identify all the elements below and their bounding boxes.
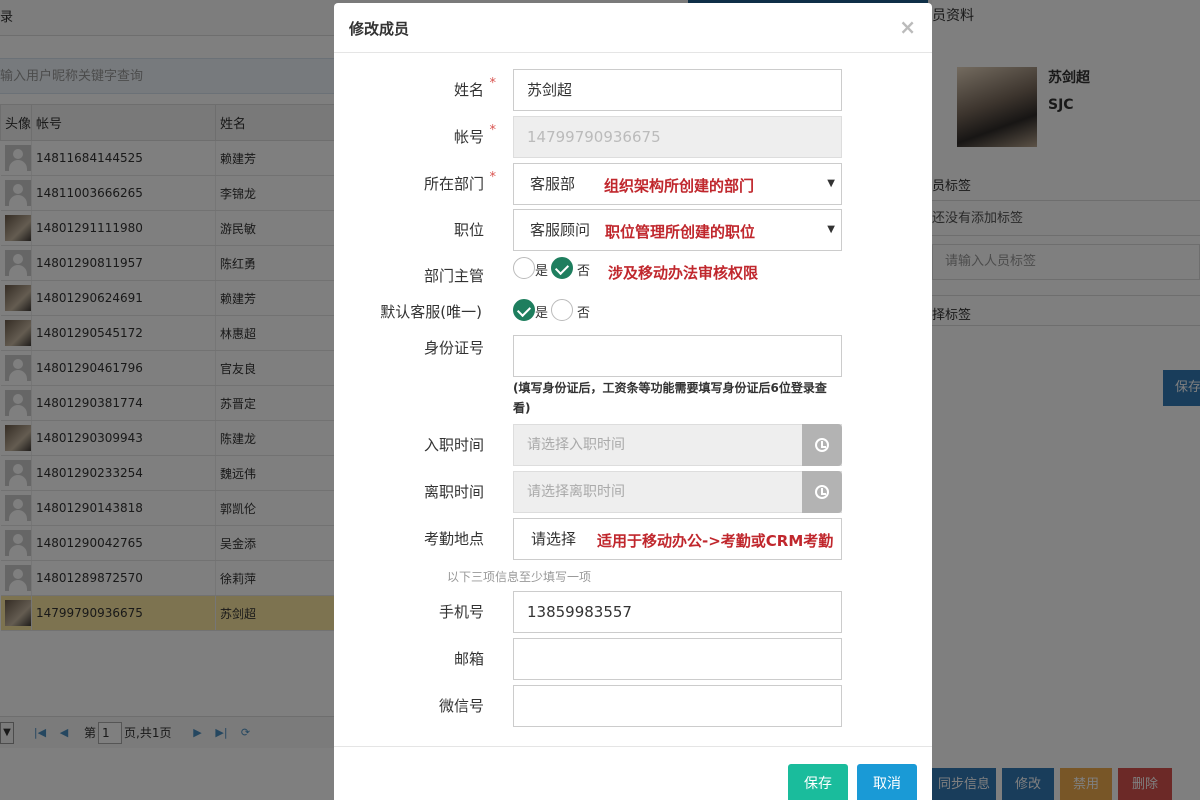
cancel-button[interactable]: 取消 <box>857 764 917 800</box>
wechat-label: 微信号 <box>438 697 484 715</box>
phone-input[interactable]: 13859983557 <box>513 591 842 633</box>
position-label: 职位 <box>453 221 484 239</box>
manager-no-label: 否 <box>577 264 591 279</box>
join-date-input[interactable]: 请选择入职时间 <box>513 424 842 466</box>
join-date-placeholder: 请选择入职时间 <box>527 437 625 453</box>
position-value: 客服顾问 <box>530 221 591 239</box>
leave-date-picker-button[interactable] <box>802 471 842 513</box>
manager-yes-label: 是 <box>535 264 549 279</box>
default-service-yes-label: 是 <box>535 306 549 321</box>
default-service-label: 默认客服(唯一) <box>380 303 482 321</box>
join-date-picker-button[interactable] <box>802 424 842 466</box>
manager-note: 涉及移动办法审核权限 <box>608 264 759 282</box>
dept-note: 组织架构所创建的部门 <box>604 177 755 195</box>
join-date-label: 入职时间 <box>423 436 484 454</box>
dialog-footer: 保存 取消 <box>334 746 932 800</box>
edit-member-dialog: 修改成员 × 姓名 * 苏剑超 帐号 * 14799790936675 所在部门 * … <box>334 3 932 800</box>
id-card-hint: (填写身份证后，工资条等功能需要填写身份证后6位登录查看) <box>513 381 827 415</box>
dialog-header: 修改成员 × <box>334 3 932 53</box>
attendance-value: 请选择 <box>531 530 577 548</box>
id-card-input[interactable] <box>513 335 842 377</box>
dialog-title: 修改成员 <box>349 20 410 38</box>
clock-icon <box>815 438 829 452</box>
attendance-label: 考勤地点 <box>423 530 484 548</box>
leave-date-label: 离职时间 <box>423 483 484 501</box>
default-service-yes-radio[interactable] <box>513 299 535 321</box>
name-label: 姓名 * <box>453 76 496 99</box>
close-icon[interactable]: × <box>899 15 916 39</box>
leave-date-input[interactable]: 请选择离职时间 <box>513 471 842 513</box>
leave-date-placeholder: 请选择离职时间 <box>527 484 625 500</box>
dept-value: 客服部 <box>530 175 576 193</box>
chevron-down-icon: ▼ <box>827 224 835 235</box>
default-service-no-radio[interactable] <box>551 299 573 321</box>
attendance-note: 适用于移动办公->考勤或CRM考勤 <box>597 532 834 550</box>
chevron-down-icon: ▼ <box>827 178 835 189</box>
account-label: 帐号 * <box>453 123 496 146</box>
dept-label: 所在部门 * <box>423 170 496 193</box>
account-input: 14799790936675 <box>513 116 842 158</box>
manager-label: 部门主管 <box>423 267 484 285</box>
default-service-no-label: 否 <box>577 306 591 321</box>
position-note: 职位管理所创建的职位 <box>605 223 756 241</box>
manager-no-radio[interactable] <box>551 257 573 279</box>
id-card-label: 身份证号 <box>423 339 484 357</box>
contact-hint: 以下三项信息至少填写一项 <box>447 570 592 584</box>
name-input[interactable]: 苏剑超 <box>513 69 842 111</box>
save-button[interactable]: 保存 <box>788 764 848 800</box>
phone-label: 手机号 <box>438 603 484 621</box>
email-label: 邮箱 <box>453 650 484 668</box>
clock-icon <box>815 485 829 499</box>
wechat-input[interactable] <box>513 685 842 727</box>
email-input[interactable] <box>513 638 842 680</box>
manager-yes-radio[interactable] <box>513 257 535 279</box>
